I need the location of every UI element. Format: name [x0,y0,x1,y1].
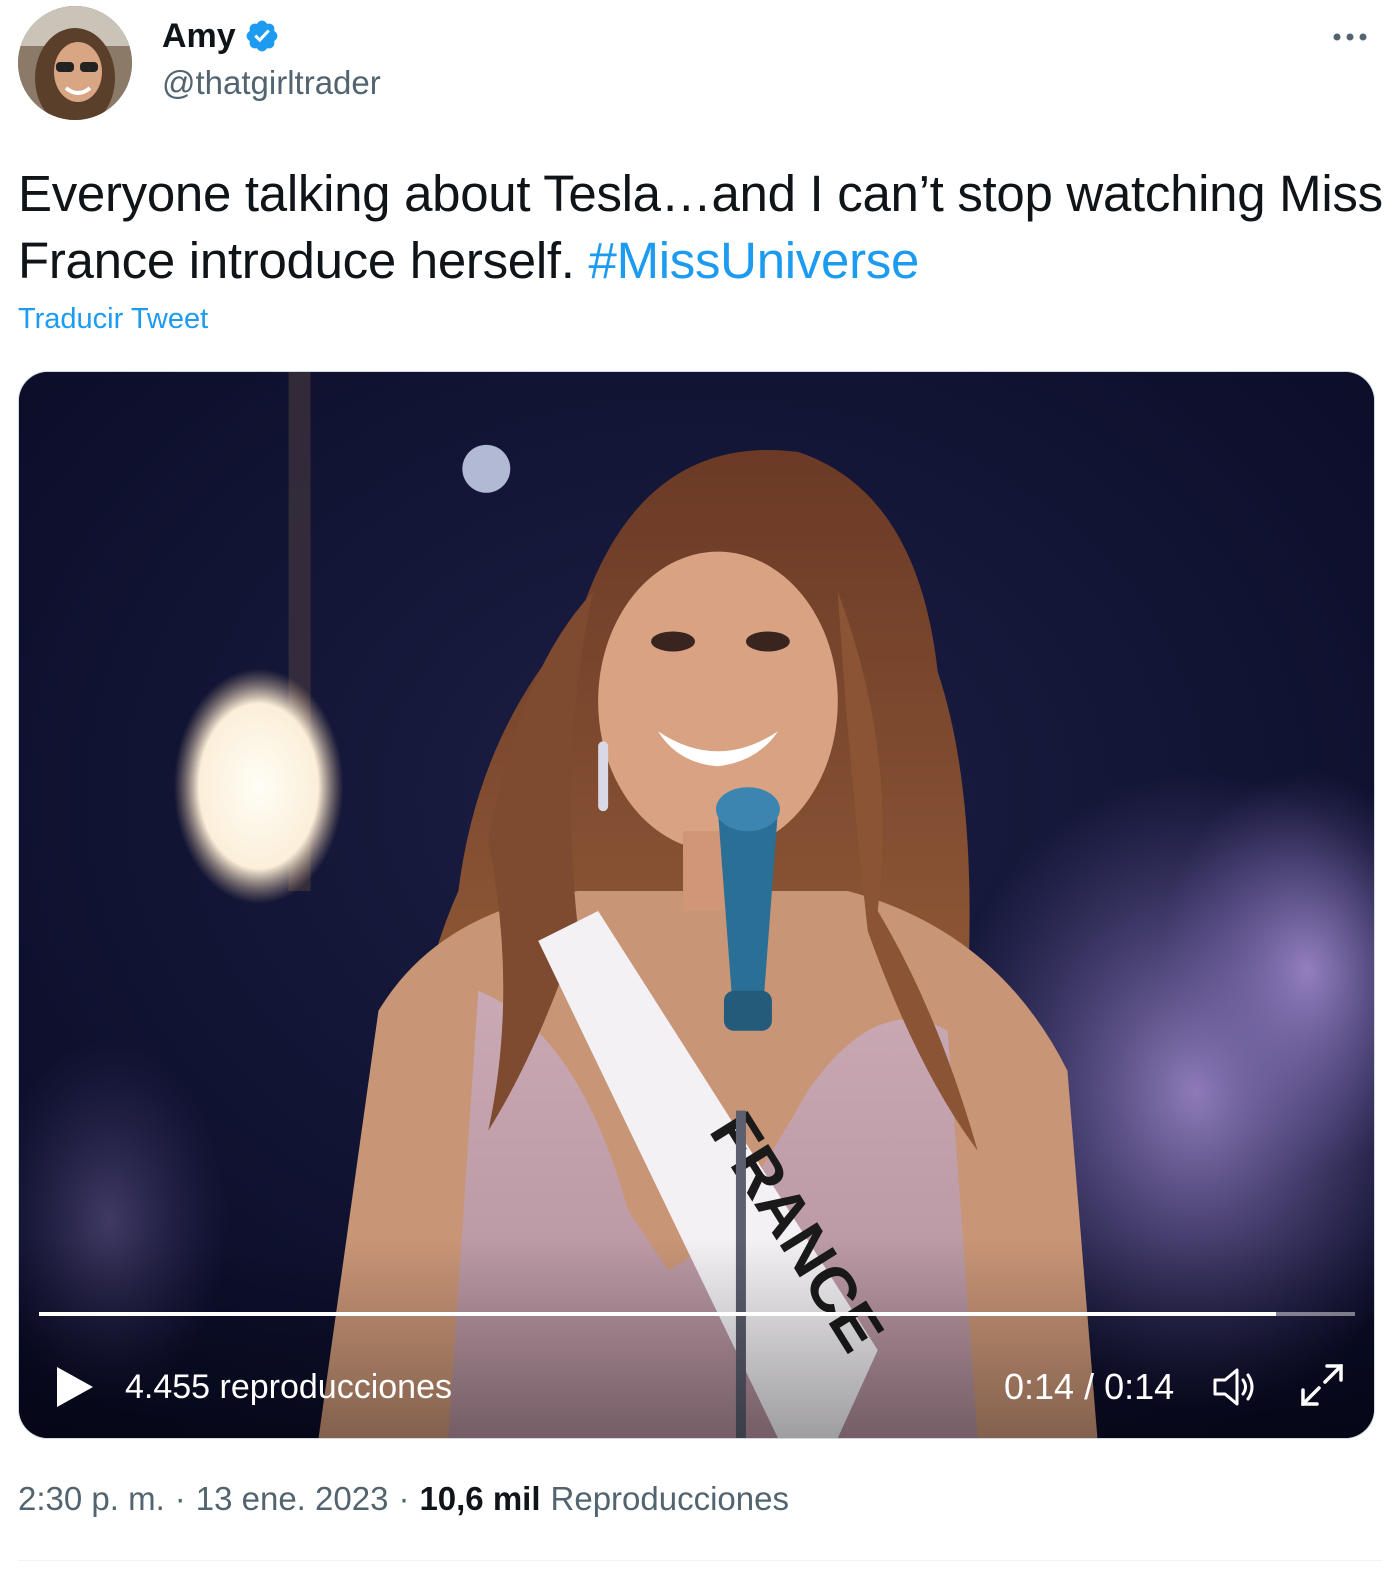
tweet-text: Everyone talking about Tesla…and I can’t… [18,160,1388,294]
translate-tweet-link[interactable]: Traducir Tweet [18,303,208,336]
avatar[interactable] [18,6,132,120]
views-label: Reproducciones [550,1480,789,1517]
fullscreen-button[interactable] [1299,1362,1345,1408]
play-icon [57,1367,93,1407]
meta-separator: · [398,1480,410,1517]
tweet-date[interactable]: 13 ene. 2023 [196,1480,389,1518]
progress-bar[interactable] [39,1312,1355,1316]
speaker-icon [1213,1368,1254,1406]
play-button[interactable] [55,1365,95,1409]
meta-separator: · [174,1480,186,1517]
views-count: 10,6 mil [419,1480,541,1517]
progress-fill [39,1312,1277,1316]
video-player[interactable]: FRANCE 4.455 reproducciones 0:14 / 0:14 [18,371,1375,1439]
more-options-button[interactable] [1328,22,1372,52]
display-name[interactable]: Amy [162,17,236,56]
expand-icon [1301,1364,1343,1406]
avatar-image [18,6,132,120]
ellipsis-icon [1333,33,1367,41]
tweet-time[interactable]: 2:30 p. m. [18,1480,165,1518]
name-row: Amy [162,14,381,58]
tweet-meta: 2:30 p. m. · 13 ene. 2023 · 10,6 mil Rep… [18,1480,789,1518]
handle[interactable]: @thatgirltrader [162,64,381,102]
author-block: Amy @thatgirltrader [162,14,381,102]
video-views-count: 4.455 reproducciones [125,1368,453,1406]
verified-badge-icon [244,18,280,54]
hashtag-link[interactable]: #MissUniverse [589,232,920,289]
tweet: Amy @thatgirltrader Everyone talking abo… [0,0,1400,1569]
divider [18,1560,1382,1561]
volume-button[interactable] [1211,1365,1259,1409]
video-time: 0:14 / 0:14 [1004,1366,1175,1407]
